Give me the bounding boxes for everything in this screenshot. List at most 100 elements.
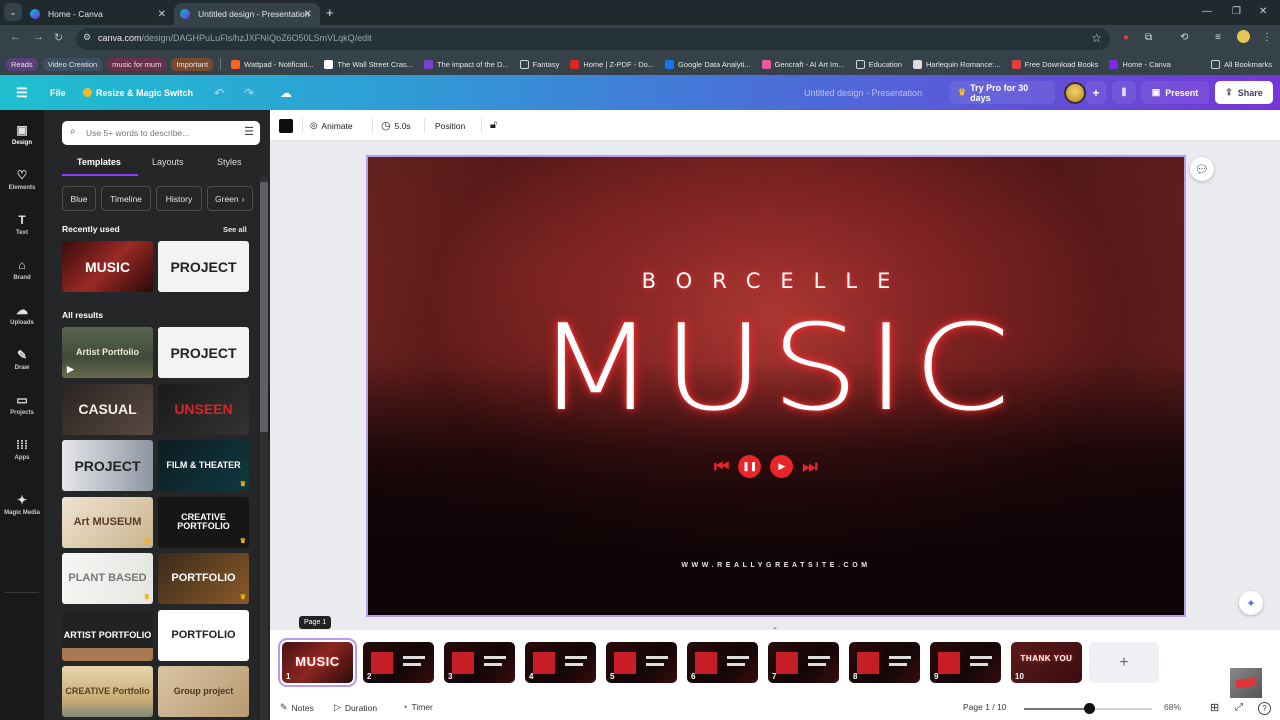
slide-brand-text[interactable]: BORCELLE [368, 269, 1184, 293]
template-thumbnail[interactable]: Art MUSEUM ♛ [62, 496, 153, 548]
all-bookmarks-button[interactable]: All Bookmarks [1211, 59, 1272, 69]
cloud-saved-icon[interactable]: ☁ [280, 75, 292, 110]
panel-scrollbar-thumb[interactable] [260, 182, 268, 432]
try-pro-button[interactable]: ♛ Try Pro for 30 days [950, 81, 1055, 104]
undo-icon[interactable]: ↶ [214, 75, 224, 110]
history-icon[interactable]: ⟲ [1180, 32, 1188, 43]
animate-button[interactable]: ◎ Animate [310, 110, 353, 141]
bookmark-item[interactable]: Home | Z-PDF - Do... [570, 59, 654, 69]
template-thumbnail[interactable]: PLANT BASED ♛ [62, 553, 153, 604]
page-thumbnail[interactable]: 2 [363, 642, 434, 683]
browser-tab-home[interactable]: Home - Canva ✕ [24, 3, 174, 25]
template-thumbnail[interactable]: MUSIC [62, 241, 153, 292]
tab-styles[interactable]: Styles [217, 157, 242, 167]
slide-website-text[interactable]: WWW.REALLYGREATSITE.COM [368, 562, 1184, 569]
rail-item-magic-media[interactable]: ✦ Magic Media [0, 483, 44, 525]
filter-icon[interactable]: ☰ [244, 125, 254, 138]
bookmark-star-icon[interactable]: ☆ [1091, 31, 1102, 45]
page-thumbnail[interactable]: 8 [849, 642, 920, 683]
close-tab-icon[interactable]: ✕ [304, 9, 312, 20]
profile-avatar[interactable] [1237, 30, 1250, 43]
template-thumbnail[interactable]: PORTFOLIO [158, 609, 249, 661]
bookmark-item[interactable]: Harlequin Romance:... [912, 59, 1001, 69]
share-button[interactable]: ⇪ Share [1215, 81, 1273, 104]
page-thumbnail[interactable]: 7 [768, 642, 839, 683]
rail-item-uploads[interactable]: ☁ Uploads [0, 293, 44, 335]
template-thumbnail[interactable]: CASUAL [62, 383, 153, 435]
bookmark-chip[interactable]: Reads [6, 57, 38, 71]
background-color-swatch[interactable] [279, 119, 293, 133]
add-collaborator-button[interactable]: + [1086, 81, 1106, 104]
template-thumbnail[interactable]: Artist Portfolio ▶ [62, 327, 153, 378]
chip-blue[interactable]: Blue [62, 186, 96, 211]
rail-item-projects[interactable]: ▭ Projects [0, 383, 44, 425]
present-button[interactable]: ▣ Present [1141, 81, 1209, 104]
rail-item-apps[interactable]: ⁞⁞⁞ Apps [0, 428, 44, 470]
bookmark-item[interactable]: The Wall Street Cras... [324, 59, 413, 69]
bookmark-item[interactable]: Free Download Books [1011, 59, 1098, 69]
rail-item-text[interactable]: T Text [0, 203, 44, 245]
tab-search-button[interactable]: ⌄ [4, 3, 22, 21]
bookmark-item[interactable]: Fantasy [519, 59, 559, 69]
chrome-menu-icon[interactable]: ⋮ [1262, 32, 1272, 43]
template-search-input[interactable] [86, 125, 236, 141]
add-comment-icon[interactable]: 💬︎ [1190, 157, 1214, 181]
bookmark-item[interactable]: Education [855, 59, 902, 69]
rail-item-elements[interactable]: ♡ Elements [0, 158, 44, 200]
floating-image-preview[interactable] [1230, 668, 1262, 698]
template-thumbnail[interactable]: CREATIVE PORTFOLIO ♛ [158, 496, 249, 548]
help-icon[interactable]: ? [1258, 702, 1271, 715]
timer-button[interactable]: ◔ Timer [402, 702, 433, 712]
slide-canvas[interactable]: BORCELLE MUSIC ⏮︎ ❚❚ ▶ ⏭︎ WWW.REALLYGREA… [366, 155, 1186, 617]
see-all-link[interactable]: See all [223, 225, 247, 234]
zoom-slider-handle[interactable] [1083, 703, 1095, 714]
fullscreen-icon[interactable]: ⤢ [1235, 702, 1243, 713]
template-thumbnail[interactable]: PORTFOLIO ♛ [158, 553, 249, 604]
grid-view-icon[interactable]: ⊞ [1210, 701, 1219, 714]
resize-magic-switch-button[interactable]: Resize & Magic Switch [83, 75, 193, 110]
url-field[interactable]: ⚙ canva.com/design/DAGHPuLuFls/hzJXFNIQo… [76, 28, 1110, 50]
template-search[interactable]: ⌕ ☰ [62, 121, 260, 145]
back-button[interactable]: ← [10, 31, 21, 43]
add-page-button[interactable]: + [1089, 642, 1159, 683]
template-thumbnail[interactable]: ARTIST PORTFOLIO [62, 609, 153, 661]
notes-button[interactable]: ✎ Notes [280, 702, 314, 713]
bookmark-item[interactable]: Gencraft - AI Art Im... [761, 59, 845, 69]
template-thumbnail[interactable]: PROJECT [158, 241, 249, 292]
player-controls-graphic[interactable]: ⏮︎ ❚❚ ▶ ⏭︎ [714, 455, 818, 478]
duration-button[interactable]: ▷ Duration [334, 702, 377, 713]
position-button[interactable]: Position [435, 110, 465, 141]
bookmark-item[interactable]: Home - Canva [1109, 59, 1171, 69]
template-thumbnail[interactable]: PROJECT [158, 327, 249, 378]
adblock-extension-icon[interactable]: ● [1123, 32, 1129, 43]
restore-button[interactable]: ❐ [1232, 6, 1241, 17]
page-thumbnail[interactable]: 6 [687, 642, 758, 683]
page-thumbnail[interactable]: 4 [525, 642, 596, 683]
slide-title-text[interactable]: MUSIC [368, 309, 1184, 429]
template-thumbnail[interactable]: Group project [158, 666, 249, 717]
zoom-percentage[interactable]: 68% [1164, 702, 1181, 712]
page-thumbnail[interactable]: MUSIC 1 [278, 638, 357, 687]
rail-item-draw[interactable]: ✎ Draw [0, 338, 44, 380]
template-thumbnail[interactable]: UNSEEN [158, 383, 249, 435]
template-thumbnail[interactable]: FILM & THEATER ♛ [158, 440, 249, 491]
minimize-button[interactable]: — [1202, 6, 1212, 17]
insights-icon[interactable]: ⫼ [1112, 81, 1136, 104]
file-menu[interactable]: File [50, 75, 66, 110]
media-control-icon[interactable]: ≡ [1215, 32, 1221, 43]
rail-item-design[interactable]: ▣ Design [0, 113, 44, 155]
reload-button[interactable]: ↻ [54, 31, 63, 44]
main-menu-icon[interactable]: ☰ [16, 75, 28, 110]
timing-button[interactable]: ◷ 5.0s [381, 110, 411, 141]
new-tab-button[interactable]: + [326, 5, 334, 20]
extensions-icon[interactable]: ⧉ [1145, 32, 1152, 43]
user-avatar[interactable] [1064, 82, 1086, 104]
tab-layouts[interactable]: Layouts [152, 157, 184, 167]
bookmark-item[interactable]: Google Data Analyti... [665, 59, 751, 69]
lock-icon[interactable]: 🔓︎ [490, 110, 497, 141]
page-thumbnail[interactable]: THANK YOU 10 [1011, 642, 1082, 683]
browser-tab-design[interactable]: Untitled design - Presentation ✕ [174, 3, 320, 25]
chip-history[interactable]: History [156, 186, 202, 211]
bookmark-item[interactable]: The impact of the D... [423, 59, 509, 69]
chevron-right-icon[interactable]: › [242, 194, 245, 204]
